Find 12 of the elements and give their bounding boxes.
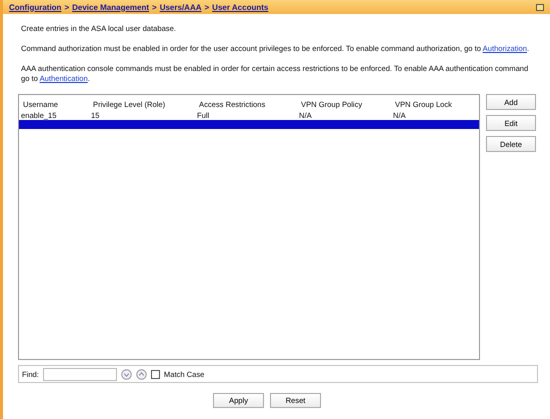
find-previous-icon[interactable] (136, 368, 147, 380)
find-next-icon[interactable] (120, 368, 132, 380)
find-field[interactable] (42, 368, 117, 380)
breadcrumb-link[interactable]: Device Management (72, 2, 150, 12)
breadcrumb-separator: > (204, 2, 210, 12)
breadcrumb-separator: > (64, 2, 70, 12)
maximize-icon[interactable] (536, 4, 544, 10)
match-case-checkbox[interactable] (150, 370, 160, 378)
breadcrumb-link[interactable]: User Accounts (212, 2, 268, 12)
breadcrumb-link[interactable]: Configuration (9, 2, 62, 12)
breadcrumb-link[interactable]: Users/AAA (160, 2, 202, 12)
breadcrumb-separator: > (152, 2, 157, 12)
